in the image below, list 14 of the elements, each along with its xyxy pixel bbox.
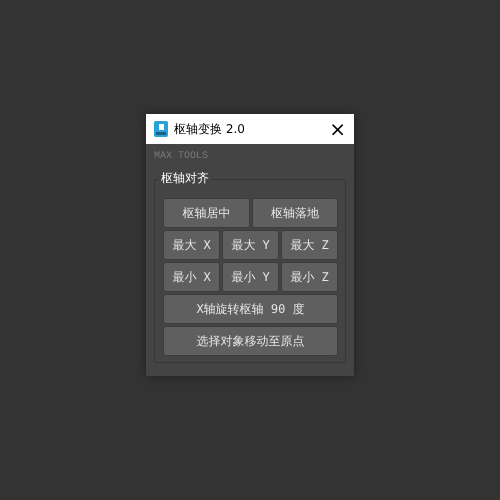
action-button[interactable]: 最大 X bbox=[163, 230, 220, 260]
action-button[interactable]: 最大 Z bbox=[281, 230, 338, 260]
action-button[interactable]: X轴旋转枢轴 90 度 bbox=[163, 294, 338, 324]
action-button[interactable]: 选择对象移动至原点 bbox=[163, 326, 338, 356]
group-title: 枢轴对齐 bbox=[159, 170, 211, 187]
action-button[interactable]: 最小 Z bbox=[281, 262, 338, 292]
close-button[interactable]: × bbox=[329, 119, 346, 139]
action-button[interactable]: 最小 X bbox=[163, 262, 220, 292]
action-button[interactable]: 枢轴落地 bbox=[252, 198, 338, 228]
window-title: 枢轴变换 2.0 bbox=[174, 120, 246, 138]
action-button[interactable]: 枢轴居中 bbox=[163, 198, 250, 228]
app-icon bbox=[154, 121, 168, 137]
action-button[interactable]: 最大 Y bbox=[222, 230, 279, 260]
action-button[interactable]: 最小 Y bbox=[222, 262, 279, 292]
